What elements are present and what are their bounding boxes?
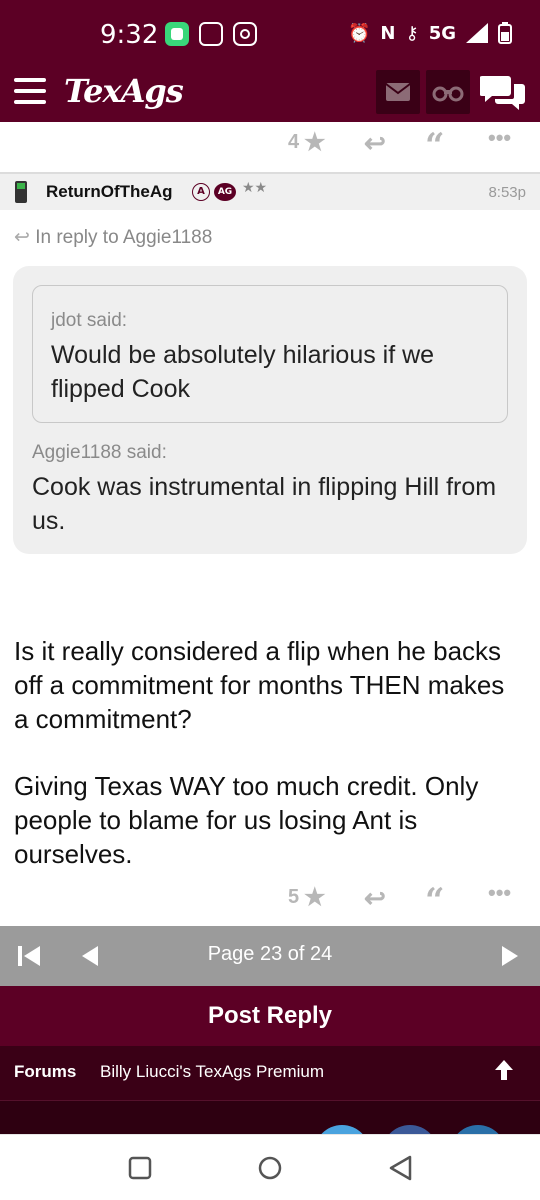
nested-quote: jdot said: Would be absolutely hilarious… (32, 285, 508, 423)
quote-block: jdot said: Would be absolutely hilarious… (13, 266, 527, 554)
reply-icon[interactable]: ↩ (364, 128, 386, 159)
post-paragraph: Is it really considered a flip when he b… (14, 636, 505, 734)
post-reply-button[interactable]: Post Reply (0, 986, 540, 1046)
star-icon[interactable]: ★ (304, 883, 326, 912)
more-icon[interactable]: ••• (488, 125, 511, 151)
in-reply-to-link[interactable]: ↩ In reply to Aggie1188 (14, 226, 212, 249)
post-paragraph: Giving Texas WAY too much credit. Only p… (14, 771, 479, 869)
scroll-top-icon[interactable] (494, 1058, 514, 1082)
status-time: 9:32 (100, 20, 159, 50)
post-actions: 5 ★ ↩ “ ••• (0, 876, 540, 921)
system-nav-bar (0, 1134, 540, 1200)
page-label[interactable]: Page 23 of 24 (0, 943, 540, 966)
chat-icon (479, 76, 525, 110)
more-icon[interactable]: ••• (488, 880, 511, 906)
system-icons: ⏰ N ⚷ 5G (348, 22, 512, 44)
nfc-icon: N (380, 22, 396, 44)
instagram-icon (233, 22, 257, 46)
quote-author: Aggie1188 said: (32, 442, 167, 463)
star-count: 5 (288, 886, 300, 908)
reply-to-label: In reply to Aggie1188 (35, 227, 213, 248)
post-author[interactable]: ReturnOfTheAg (46, 182, 173, 202)
nested-quote-text: Would be absolutely hilarious if we flip… (51, 341, 435, 403)
star-icon[interactable]: ★ (304, 128, 326, 157)
binoculars-icon (432, 86, 464, 102)
chat-button[interactable] (479, 72, 526, 112)
network-label: 5G (428, 22, 456, 44)
back-icon[interactable] (388, 1155, 412, 1181)
texags-logo[interactable]: TexAgs (64, 72, 184, 110)
forum-name-link[interactable]: Billy Liucci's TexAgs Premium (100, 1062, 324, 1082)
menu-icon[interactable] (14, 78, 46, 106)
cast-icon (199, 22, 223, 46)
footer-social (0, 1100, 540, 1134)
previous-post-actions: 4 ★ ↩ “ ••• (0, 122, 540, 166)
mail-icon (385, 83, 411, 101)
phone-icon (15, 181, 27, 203)
key-icon: ⚷ (405, 22, 419, 44)
badge-ag: AG (214, 183, 236, 201)
forum-footer: Forums Billy Liucci's TexAgs Premium (0, 1046, 540, 1100)
watch-button[interactable] (426, 70, 470, 114)
social-icon[interactable] (314, 1125, 370, 1134)
pagination-bar: Page 23 of 24 (0, 926, 540, 986)
notification-icons (165, 22, 257, 46)
home-icon[interactable] (257, 1155, 283, 1181)
social-icon[interactable] (450, 1125, 506, 1134)
app-notification-icon (165, 22, 189, 46)
reply-icon[interactable]: ↩ (364, 883, 386, 914)
star-count: 4 (288, 131, 300, 153)
app-header: TexAgs (0, 66, 540, 122)
battery-icon (498, 22, 512, 44)
recents-icon[interactable] (128, 1156, 152, 1180)
badge-a: A (192, 183, 210, 201)
next-page-icon[interactable] (500, 944, 520, 968)
forums-link[interactable]: Forums (14, 1062, 76, 1082)
status-bar: 9:32 ⏰ N ⚷ 5G (0, 0, 540, 66)
quote-icon[interactable]: “ (425, 881, 445, 921)
quote-text: Cook was instrumental in flipping Hill f… (32, 473, 497, 535)
quote-icon[interactable]: “ (425, 126, 445, 166)
rank-stars: ★★ (242, 180, 268, 196)
post-time: 8:53p (488, 184, 526, 201)
alarm-icon: ⏰ (348, 22, 371, 44)
post-header: ReturnOfTheAg A AG ★★ 8:53p (0, 172, 540, 210)
reply-arrow-icon: ↩ (14, 227, 30, 248)
signal-icon (466, 23, 488, 43)
social-icon[interactable] (382, 1125, 438, 1134)
nested-quote-author: jdot said: (51, 310, 128, 331)
mail-button[interactable] (376, 70, 420, 114)
